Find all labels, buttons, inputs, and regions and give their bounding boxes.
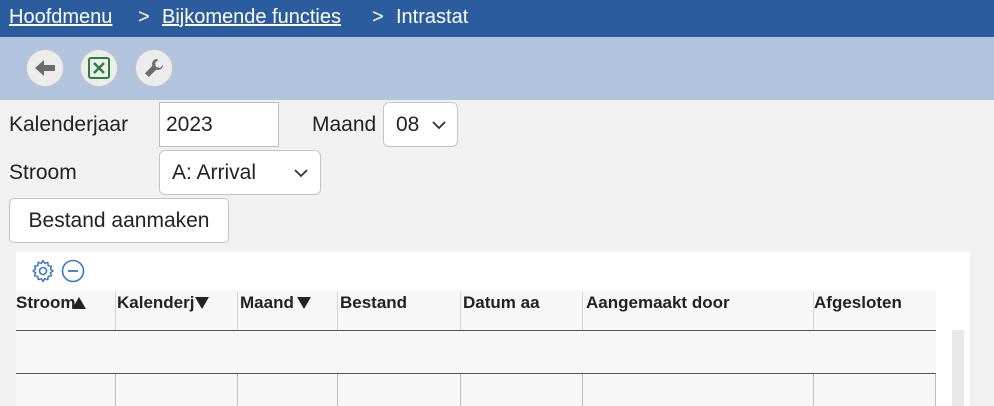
header-bottom-border	[16, 330, 936, 331]
breadcrumb-home-link[interactable]: Hoofdmenu	[9, 0, 112, 35]
sort-descending-icon[interactable]	[195, 297, 209, 309]
toolbar	[0, 37, 994, 100]
month-select[interactable]: 08	[383, 102, 458, 147]
column-header-bestand[interactable]: Bestand	[340, 292, 455, 314]
cell-divider	[115, 374, 116, 406]
breadcrumb-current: Intrastat	[396, 6, 469, 28]
month-label: Maand	[312, 113, 377, 136]
export-excel-button[interactable]	[80, 49, 118, 87]
column-divider	[337, 292, 338, 330]
collapse-circle-minus-icon[interactable]	[61, 259, 85, 283]
column-header-maand[interactable]: Maand	[240, 292, 300, 314]
vertical-scrollbar[interactable]	[952, 330, 964, 406]
flow-select[interactable]: A: Arrival	[159, 150, 321, 195]
breadcrumb-bar: Hoofdmenu > Bijkomende functies > Intras…	[0, 0, 994, 37]
cell-divider	[935, 374, 936, 406]
column-divider	[115, 292, 116, 330]
year-input[interactable]	[159, 102, 279, 147]
sort-descending-icon[interactable]	[297, 297, 311, 309]
breadcrumb-separator: >	[372, 6, 384, 28]
column-divider	[582, 292, 583, 330]
column-divider	[237, 292, 238, 330]
flow-label: Stroom	[9, 161, 77, 184]
cell-divider	[582, 374, 583, 406]
breadcrumb-separator: >	[138, 6, 150, 28]
chevron-down-icon	[294, 169, 308, 178]
month-select-value: 08	[396, 112, 420, 136]
column-header-aangemaakt-door[interactable]: Aangemaakt door	[586, 292, 806, 314]
gear-icon[interactable]	[31, 259, 55, 283]
flow-select-value: A: Arrival	[172, 160, 257, 184]
cell-divider	[460, 374, 461, 406]
cell-divider	[813, 374, 814, 406]
column-divider	[460, 292, 461, 330]
settings-button[interactable]	[135, 49, 173, 87]
excel-icon	[88, 57, 110, 79]
wrench-icon	[145, 59, 163, 77]
year-label: Kalenderjaar	[9, 113, 129, 136]
cell-divider	[237, 374, 238, 406]
column-header-datum-aangemaakt[interactable]: Datum aa	[463, 292, 553, 314]
cell-divider	[337, 374, 338, 406]
column-divider	[813, 292, 814, 330]
column-header-kalenderjaar[interactable]: Kalenderj	[117, 292, 199, 314]
chevron-down-icon	[432, 121, 446, 130]
breadcrumb-functions-link[interactable]: Bijkomende functies	[162, 0, 341, 35]
back-button[interactable]	[26, 49, 64, 87]
back-arrow-icon	[35, 60, 55, 76]
create-file-button[interactable]: Bestand aanmaken	[9, 198, 229, 243]
column-header-stroom[interactable]: Stroom	[16, 292, 76, 314]
sort-ascending-icon[interactable]	[72, 297, 86, 309]
grid-tools-tab	[16, 252, 101, 292]
column-header-afgesloten[interactable]: Afgesloten	[814, 292, 905, 314]
filter-row-border	[16, 373, 936, 374]
